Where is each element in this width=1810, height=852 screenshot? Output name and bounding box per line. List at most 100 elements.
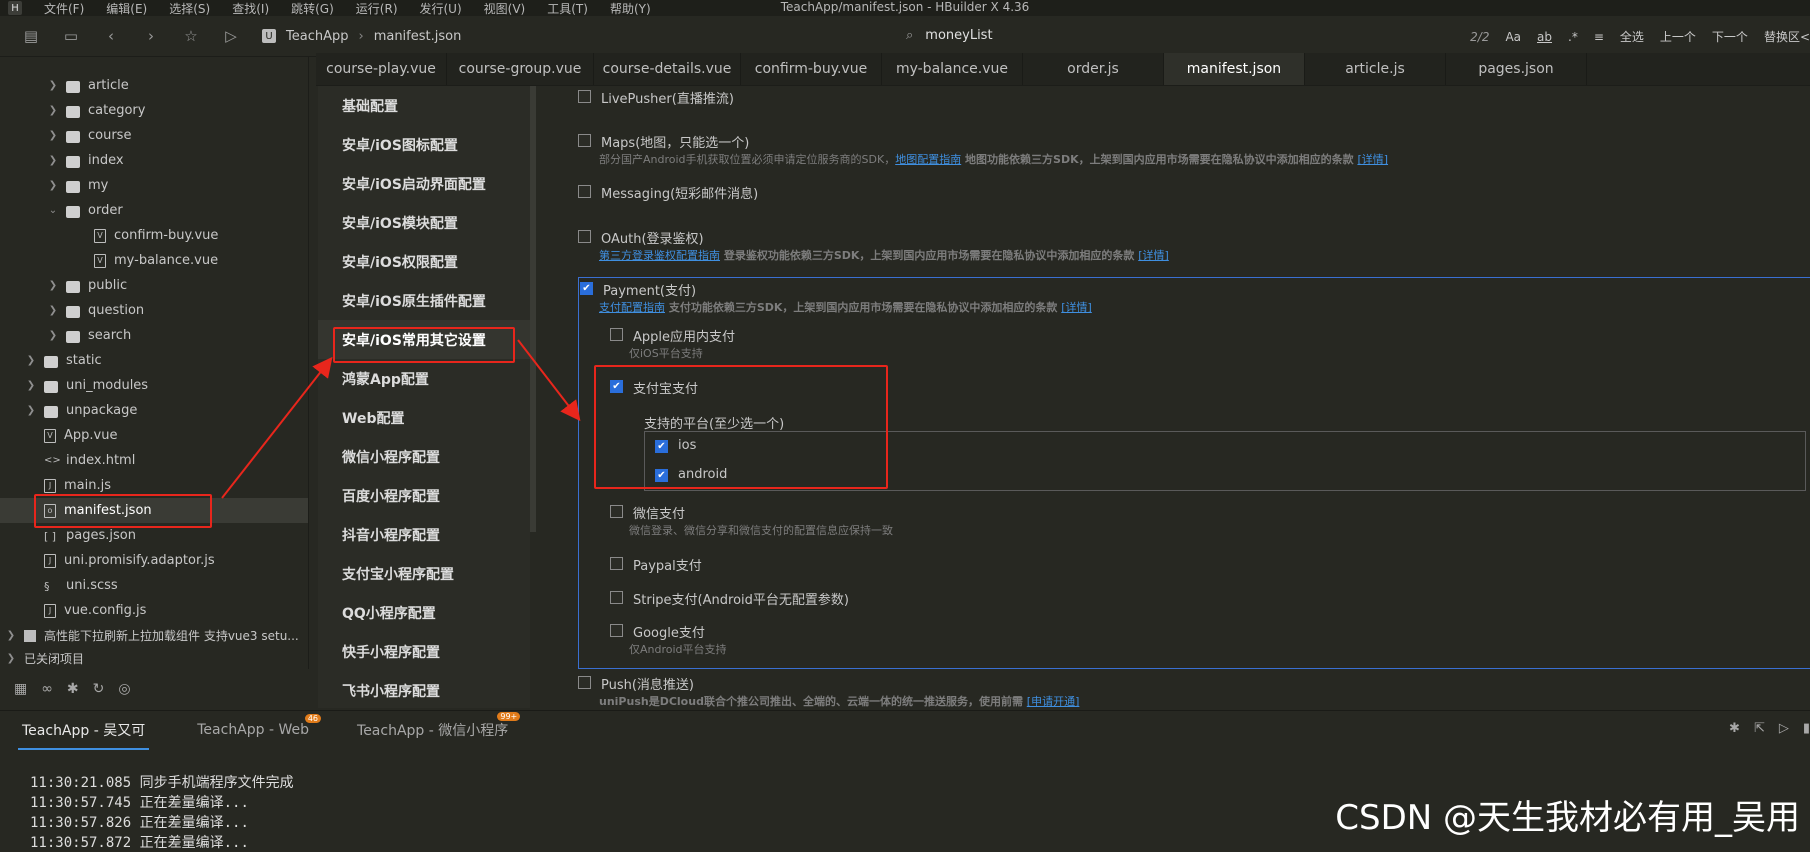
wechat-pay-checkbox[interactable] xyxy=(610,505,623,518)
option-messaging[interactable]: Messaging(短彩邮件消息) xyxy=(578,183,758,202)
tree-closed-projects[interactable]: ❯ 已关闭项目 xyxy=(4,646,84,671)
tree-project-refresh-component[interactable]: ❯ 高性能下拉刷新上拉加载组件 支持vue3 setu... xyxy=(4,623,299,648)
menu-edit[interactable]: 编辑(E) xyxy=(106,0,147,17)
tree-file-uni-scss[interactable]: § uni.scss xyxy=(24,573,118,598)
nav-permissions-config[interactable]: 安卓/iOS权限配置 xyxy=(318,242,530,281)
next-match-button[interactable]: 下一个 xyxy=(1712,28,1748,45)
payment-guide-link[interactable]: 支付配置指南 xyxy=(599,301,665,314)
tab-my-balance[interactable]: my-balance.vue xyxy=(882,53,1023,85)
debug-bug-icon[interactable]: ✱ xyxy=(67,681,79,697)
back-icon[interactable]: ‹ xyxy=(102,27,120,45)
tab-order-js[interactable]: order.js xyxy=(1023,53,1164,85)
bug-icon[interactable]: ✱ xyxy=(1729,721,1740,736)
tree-file-confirm-buy[interactable]: Vconfirm-buy.vue xyxy=(74,223,218,248)
option-push[interactable]: Push(消息推送) xyxy=(578,674,694,693)
option-livepusher[interactable]: LivePusher(直播推流) xyxy=(578,88,734,107)
nav-scrollbar[interactable] xyxy=(530,86,536,532)
option-maps[interactable]: Maps(地图，只能选一个) xyxy=(578,132,749,151)
tree-folder-order[interactable]: ⌄ order xyxy=(46,198,123,223)
option-stripe[interactable]: Stripe支付(Android平台无配置参数) xyxy=(610,589,849,608)
tab-confirm-buy[interactable]: confirm-buy.vue xyxy=(741,53,882,85)
option-wechat-pay[interactable]: 微信支付 xyxy=(610,503,685,522)
tree-file-my-balance[interactable]: Vmy-balance.vue xyxy=(74,248,218,273)
menu-select[interactable]: 选择(S) xyxy=(169,0,210,17)
menu-run[interactable]: 运行(R) xyxy=(356,0,398,17)
tab-course-play[interactable]: course-play.vue xyxy=(316,53,447,85)
nav-modules-config[interactable]: 安卓/iOS模块配置 xyxy=(318,203,530,242)
regex-toggle[interactable]: .* xyxy=(1568,30,1578,44)
tab-course-group[interactable]: course-group.vue xyxy=(447,53,594,85)
git-icon[interactable]: ↻ xyxy=(93,681,105,697)
tab-manifest-json[interactable]: manifest.json xyxy=(1164,53,1305,85)
bookmark-star-icon[interactable]: ☆ xyxy=(182,27,200,45)
nav-splash-config[interactable]: 安卓/iOS启动界面配置 xyxy=(318,164,530,203)
menu-publish[interactable]: 发行(U) xyxy=(420,0,462,17)
new-file-icon[interactable]: ▤ xyxy=(22,27,40,45)
tree-folder-course[interactable]: ❯ course xyxy=(46,123,132,148)
nav-qq-config[interactable]: QQ小程序配置 xyxy=(318,593,530,632)
console-tab-app[interactable]: TeachApp - 吴又可 xyxy=(17,720,150,750)
menu-file[interactable]: 文件(F) xyxy=(44,0,84,17)
tree-folder-category[interactable]: ❯ category xyxy=(46,98,146,123)
play-icon[interactable]: ▷ xyxy=(1779,721,1789,736)
tab-pages-json[interactable]: pages.json xyxy=(1446,53,1587,85)
google-pay-checkbox[interactable] xyxy=(610,624,623,637)
livepusher-checkbox[interactable] xyxy=(578,90,591,103)
menu-find[interactable]: 查找(I) xyxy=(232,0,269,17)
lines-icon[interactable]: ≡ xyxy=(1594,30,1604,44)
paypal-checkbox[interactable] xyxy=(610,557,623,570)
explorer-icon[interactable]: ▦ xyxy=(14,681,27,697)
option-google-pay[interactable]: Google支付 xyxy=(610,622,705,641)
forward-icon[interactable]: › xyxy=(142,27,160,45)
messaging-checkbox[interactable] xyxy=(578,185,591,198)
replace-button[interactable]: 替换区< xyxy=(1764,28,1810,45)
maps-checkbox[interactable] xyxy=(578,134,591,147)
push-checkbox[interactable] xyxy=(578,676,591,689)
payment-detail-link[interactable]: [详情] xyxy=(1061,301,1092,314)
save-icon[interactable]: ▭ xyxy=(62,27,80,45)
nav-kuaishou-config[interactable]: 快手小程序配置 xyxy=(318,632,530,671)
tree-folder-search[interactable]: ❯ search xyxy=(46,323,131,348)
push-apply-link[interactable]: [申请开通] xyxy=(1027,695,1080,708)
nav-douyin-config[interactable]: 抖音小程序配置 xyxy=(318,515,530,554)
select-all-button[interactable]: 全选 xyxy=(1620,28,1644,45)
oauth-checkbox[interactable] xyxy=(578,230,591,243)
search-box[interactable]: ⌕ moneyList xyxy=(906,28,993,43)
tree-file-vue-config[interactable]: Jvue.config.js xyxy=(24,598,146,623)
tree-folder-question[interactable]: ❯ question xyxy=(46,298,144,323)
prev-match-button[interactable]: 上一个 xyxy=(1660,28,1696,45)
tree-file-uni-promisify[interactable]: Juni.promisify.adaptor.js xyxy=(24,548,215,573)
nav-baidu-config[interactable]: 百度小程序配置 xyxy=(318,476,530,515)
tree-folder-static[interactable]: ❯ static xyxy=(24,348,102,373)
oauth-guide-link[interactable]: 第三方登录鉴权配置指南 xyxy=(599,249,720,262)
nav-web-config[interactable]: Web配置 xyxy=(318,398,530,437)
nav-weixin-config[interactable]: 微信小程序配置 xyxy=(318,437,530,476)
stop-icon[interactable]: ▮ xyxy=(1803,721,1810,736)
export-icon[interactable]: ⇱ xyxy=(1754,721,1765,736)
nav-feishu-config[interactable]: 飞书小程序配置 xyxy=(318,671,530,710)
nav-alipay-config[interactable]: 支付宝小程序配置 xyxy=(318,554,530,593)
menu-tools[interactable]: 工具(T) xyxy=(547,0,588,17)
option-paypal[interactable]: Paypal支付 xyxy=(610,555,702,574)
tree-file-index-html[interactable]: <> index.html xyxy=(24,448,135,473)
tree-folder-index[interactable]: ❯ index xyxy=(46,148,124,173)
tree-folder-unpackage[interactable]: ❯ unpackage xyxy=(24,398,138,423)
console-tab-weixin[interactable]: TeachApp - 微信小程序 99+ xyxy=(357,712,521,740)
search-input[interactable]: moneyList xyxy=(925,28,992,43)
tab-course-details[interactable]: course-details.vue xyxy=(594,53,741,85)
stripe-checkbox[interactable] xyxy=(610,591,623,604)
menu-help[interactable]: 帮助(Y) xyxy=(610,0,651,17)
option-payment[interactable]: ✔ Payment(支付) xyxy=(580,280,696,299)
binoculars-icon[interactable]: ∞ xyxy=(41,681,53,697)
tree-folder-public[interactable]: ❯ public xyxy=(46,273,127,298)
match-case-toggle[interactable]: Aa xyxy=(1505,30,1521,44)
option-apple-pay[interactable]: Apple应用内支付 xyxy=(610,326,735,345)
tree-folder-article[interactable]: ❯ article xyxy=(46,73,129,98)
tree-folder-uni-modules[interactable]: ❯ uni_modules xyxy=(24,373,148,398)
tree-folder-my[interactable]: ❯ my xyxy=(46,173,109,198)
console-tab-web[interactable]: TeachApp - Web 46 xyxy=(197,714,322,738)
run-icon[interactable]: ▷ xyxy=(222,27,240,45)
maps-detail-link[interactable]: [详情] xyxy=(1357,153,1388,166)
breadcrumb-file[interactable]: manifest.json xyxy=(374,29,462,44)
maps-guide-link[interactable]: 地图配置指南 xyxy=(895,153,961,166)
